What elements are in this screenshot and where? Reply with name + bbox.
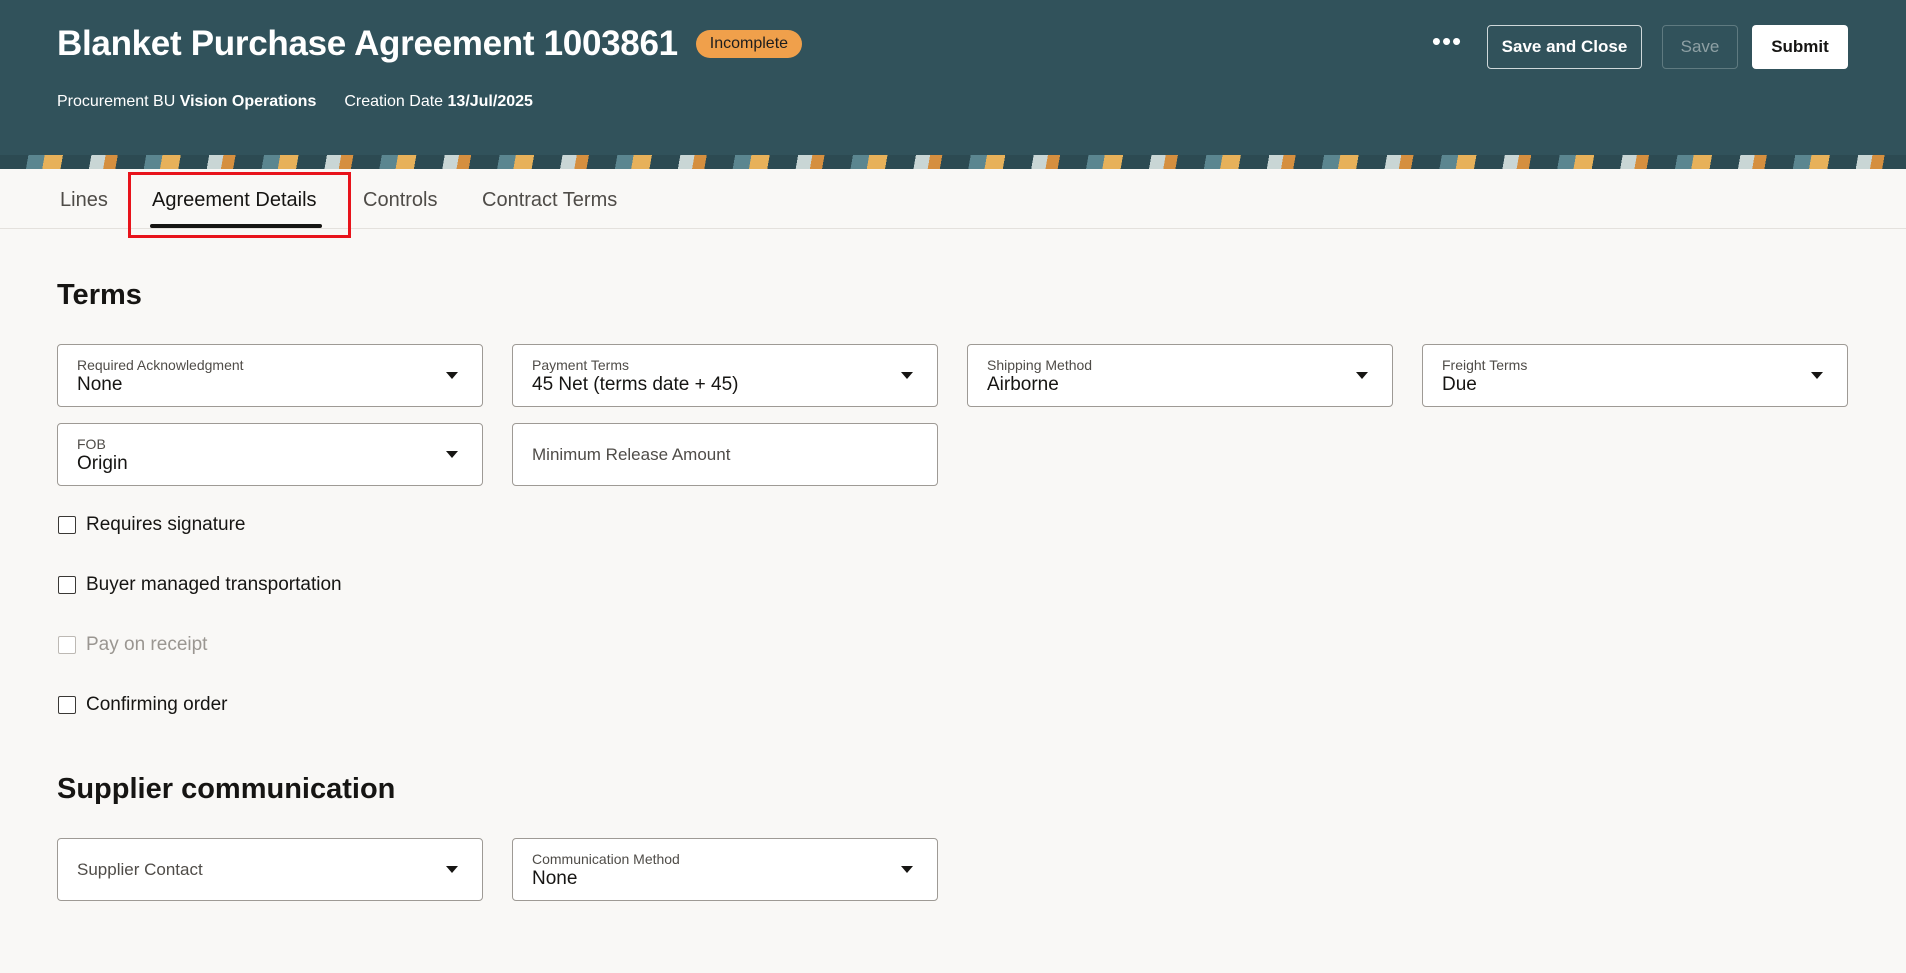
decorative-banner xyxy=(0,155,1906,169)
procurement-bu-label: Procurement BU xyxy=(57,93,176,110)
chevron-down-icon xyxy=(446,451,458,458)
more-actions-icon[interactable]: ••• xyxy=(1427,26,1467,67)
save-button[interactable]: Save xyxy=(1662,25,1738,69)
checkbox-icon xyxy=(58,636,76,654)
creation-date-label: Creation Date xyxy=(344,93,444,110)
minimum-release-amount-input[interactable]: Minimum Release Amount xyxy=(512,423,938,486)
payment-terms-label: Payment Terms xyxy=(532,357,629,373)
shipping-method-select[interactable]: Shipping Method Airborne xyxy=(967,344,1393,407)
save-and-close-button[interactable]: Save and Close xyxy=(1487,25,1642,69)
procurement-bu-value: Vision Operations xyxy=(179,93,317,110)
fob-select[interactable]: FOB Origin xyxy=(57,423,483,486)
communication-method-select[interactable]: Communication Method None xyxy=(512,838,938,901)
checkbox-icon xyxy=(58,516,76,534)
page-header: Blanket Purchase Agreement 1003861 Incom… xyxy=(0,0,1906,155)
chevron-down-icon xyxy=(901,866,913,873)
communication-method-value: None xyxy=(532,868,578,889)
header-actions: ••• Save and Close Save Submit xyxy=(1427,25,1848,69)
fob-value: Origin xyxy=(77,453,128,474)
tab-lines[interactable]: Lines xyxy=(60,189,108,212)
creation-date-value: 13/Jul/2025 xyxy=(447,93,533,110)
chevron-down-icon xyxy=(446,372,458,379)
supplier-communication-heading: Supplier communication xyxy=(57,773,396,805)
title-row: Blanket Purchase Agreement 1003861 Incom… xyxy=(57,24,803,64)
status-badge: Incomplete xyxy=(695,30,803,58)
buyer-managed-transportation-checkbox[interactable]: Buyer managed transportation xyxy=(58,574,342,596)
pay-on-receipt-checkbox[interactable]: Pay on receipt xyxy=(58,634,207,656)
required-acknowledgment-select[interactable]: Required Acknowledgment None xyxy=(57,344,483,407)
communication-method-label: Communication Method xyxy=(532,851,680,867)
shipping-method-value: Airborne xyxy=(987,374,1059,395)
required-acknowledgment-value: None xyxy=(77,374,123,395)
checkbox-icon xyxy=(58,576,76,594)
tab-controls[interactable]: Controls xyxy=(363,189,437,212)
confirming-order-label: Confirming order xyxy=(86,694,228,715)
requires-signature-checkbox[interactable]: Requires signature xyxy=(58,514,245,536)
submit-button[interactable]: Submit xyxy=(1752,25,1848,69)
requires-signature-label: Requires signature xyxy=(86,514,246,535)
chevron-down-icon xyxy=(446,866,458,873)
header-meta: Procurement BU Vision Operations Creatio… xyxy=(57,93,533,111)
tab-contract-terms[interactable]: Contract Terms xyxy=(482,189,617,212)
confirming-order-checkbox[interactable]: Confirming order xyxy=(58,694,228,716)
pay-on-receipt-label: Pay on receipt xyxy=(86,634,208,655)
page-title: Blanket Purchase Agreement 1003861 xyxy=(57,24,678,63)
procurement-bu: Procurement BU Vision Operations xyxy=(57,93,316,111)
highlight-box xyxy=(128,172,351,238)
chevron-down-icon xyxy=(1811,372,1823,379)
buyer-managed-transportation-label: Buyer managed transportation xyxy=(86,574,342,595)
terms-heading: Terms xyxy=(57,279,142,311)
freight-terms-label: Freight Terms xyxy=(1442,357,1528,373)
chevron-down-icon xyxy=(901,372,913,379)
required-acknowledgment-label: Required Acknowledgment xyxy=(77,357,244,373)
supplier-contact-select[interactable]: Supplier Contact xyxy=(57,838,483,901)
fob-label: FOB xyxy=(77,436,106,452)
creation-date: Creation Date 13/Jul/2025 xyxy=(344,93,533,111)
shipping-method-label: Shipping Method xyxy=(987,357,1093,373)
chevron-down-icon xyxy=(1356,372,1368,379)
payment-terms-value: 45 Net (terms date + 45) xyxy=(532,374,739,395)
payment-terms-select[interactable]: Payment Terms 45 Net (terms date + 45) xyxy=(512,344,938,407)
supplier-contact-placeholder: Supplier Contact xyxy=(77,860,203,879)
freight-terms-value: Due xyxy=(1442,374,1477,395)
minimum-release-amount-placeholder: Minimum Release Amount xyxy=(532,445,731,464)
freight-terms-select[interactable]: Freight Terms Due xyxy=(1422,344,1848,407)
checkbox-icon xyxy=(58,696,76,714)
